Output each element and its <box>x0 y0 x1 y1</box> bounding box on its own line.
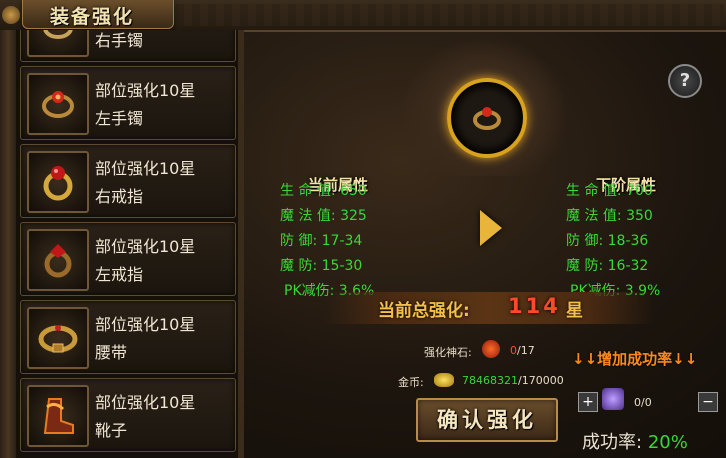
luck-charm-icon[interactable] <box>602 388 624 410</box>
stone-count: 0/17 <box>510 344 535 357</box>
total-enhance-label: 当前总强化: <box>378 301 470 321</box>
item-level: 部位强化10星 <box>95 159 196 178</box>
current-defense: 防 御: 17-34 <box>280 233 363 249</box>
title-bar: 装备强化 <box>0 0 726 32</box>
item-level: 部位强化10星 <box>95 237 196 256</box>
boots-icon <box>27 385 89 447</box>
gold-count: 78468321/170000 <box>462 374 564 387</box>
bracelet-left-icon <box>473 107 501 130</box>
total-enhance-unit: 星 <box>566 301 583 321</box>
ring-left-icon <box>27 229 89 291</box>
enhance-panel: ? 当前属性 下阶属性 生 命 值: 650 魔 法 值: 325 防 御: 1… <box>244 30 726 458</box>
total-enhance-value: 114 <box>508 294 561 318</box>
title-decoration <box>176 4 724 26</box>
item-name: 左戒指 <box>95 265 144 284</box>
item-name: 右手镯 <box>95 31 144 50</box>
window-frame: 装备强化 右手镯 部位强化10星 左手镯 部位强化10星 右戒指 部位强化10星… <box>0 0 726 458</box>
gold-coin-icon <box>434 373 454 387</box>
stone-icon <box>482 340 500 358</box>
current-hp: 生 命 值: 650 <box>280 183 367 199</box>
item-name: 右戒指 <box>95 187 144 206</box>
item-level: 部位强化10星 <box>95 315 196 334</box>
item-name: 左手镯 <box>95 109 144 128</box>
ring-right-icon <box>27 151 89 213</box>
current-magic-defense: 魔 防: 15-30 <box>280 258 363 274</box>
title-ornament-icon <box>2 6 20 24</box>
next-magic-defense: 魔 防: 16-32 <box>566 258 649 274</box>
bracelet-right-icon <box>27 30 89 57</box>
current-mp: 魔 法 值: 325 <box>280 208 367 224</box>
next-defense: 防 御: 18-36 <box>566 233 649 249</box>
stone-label: 强化神石: <box>424 346 472 359</box>
next-mp: 魔 法 值: 350 <box>566 208 653 224</box>
list-item[interactable]: 右手镯 <box>20 30 236 62</box>
list-item[interactable]: 部位强化10星 左手镯 <box>20 66 236 140</box>
selected-equipment-slot[interactable] <box>447 78 527 158</box>
list-item[interactable]: 部位强化10星 左戒指 <box>20 222 236 296</box>
next-hp: 生 命 值: 700 <box>566 183 653 199</box>
charm-count: 0/0 <box>634 396 652 409</box>
item-level: 部位强化10星 <box>95 393 196 412</box>
list-item[interactable]: 部位强化10星 靴子 <box>20 378 236 452</box>
belt-icon <box>27 307 89 369</box>
list-item[interactable]: 部位强化10星 腰带 <box>20 300 236 374</box>
item-name: 靴子 <box>95 421 128 440</box>
add-charm-button[interactable]: + <box>578 392 598 412</box>
increase-rate-label: ↓↓增加成功率↓↓ <box>572 350 698 368</box>
equipment-list: 右手镯 部位强化10星 左手镯 部位强化10星 右戒指 部位强化10星 左戒指 <box>16 30 240 458</box>
item-level: 部位强化10星 <box>95 81 196 100</box>
bracelet-left-icon <box>27 73 89 135</box>
remove-charm-button[interactable]: − <box>698 392 718 412</box>
confirm-enhance-button[interactable]: 确认强化 <box>416 398 558 442</box>
item-name: 腰带 <box>95 343 128 362</box>
window-title: 装备强化 <box>50 6 135 28</box>
success-rate: 成功率: 20% <box>582 432 688 453</box>
left-rail <box>0 30 16 458</box>
gold-label: 金币: <box>398 376 424 389</box>
arrow-right-icon <box>480 210 502 246</box>
help-button[interactable]: ? <box>668 64 702 98</box>
list-item[interactable]: 部位强化10星 右戒指 <box>20 144 236 218</box>
total-enhance-bar <box>324 292 654 324</box>
